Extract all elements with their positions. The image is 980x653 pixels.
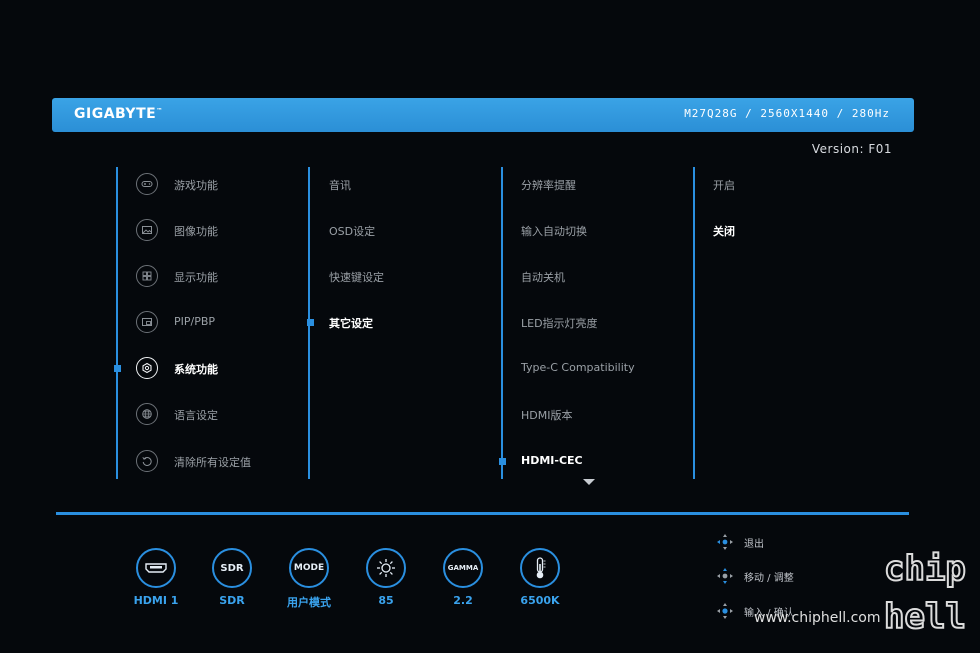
status-brightness-value: 85 (378, 594, 394, 607)
system-gear-icon (136, 357, 158, 379)
option-led-brightness[interactable]: LED指示灯亮度 (521, 315, 598, 331)
option-hdmi-cec[interactable]: HDMI-CEC (521, 454, 583, 467)
joystick-press-icon (717, 603, 733, 619)
menu-item-label: 显示功能 (174, 271, 218, 284)
hint-exit-label: 退出 (744, 539, 764, 550)
column4-line (693, 167, 695, 479)
chiphell-logo-icon: chip hell (883, 548, 966, 636)
scroll-down-icon[interactable] (583, 479, 595, 485)
brand-logo: GIGABYTE™ (74, 106, 163, 122)
status-sdr-label: SDR (219, 594, 245, 607)
status-gamma-value: 2.2 (453, 594, 473, 607)
submenu-item-audio[interactable]: 音讯 (329, 177, 351, 193)
menu-item-label: 系统功能 (174, 363, 218, 376)
globe-icon (136, 403, 158, 425)
gamma-icon: GAMMA (443, 548, 483, 588)
option-resolution-notice[interactable]: 分辨率提醒 (521, 177, 576, 193)
option-auto-power-off[interactable]: 自动关机 (521, 269, 565, 285)
thermometer-icon (520, 548, 560, 588)
menu-item-label: 游戏功能 (174, 179, 218, 192)
hdmi-icon (136, 548, 176, 588)
model-resolution-text: M27Q28G / 2560X1440 / 280Hz (684, 107, 890, 120)
brightness-icon (366, 548, 406, 588)
column3-line (501, 167, 503, 479)
watermark-url: www.chiphell.com (754, 610, 881, 626)
menu-item-reset-all[interactable]: 清除所有设定值 (136, 450, 306, 474)
status-mode-label: 用户模式 (287, 596, 331, 609)
column3-selection-marker (499, 458, 506, 465)
menu-item-gaming[interactable]: 游戏功能 (136, 173, 306, 197)
firmware-version: Version: F01 (811, 142, 892, 156)
column2-selection-marker (307, 319, 314, 326)
menu-item-language[interactable]: 语言设定 (136, 403, 306, 427)
status-color-temp-value: 6500K (520, 594, 560, 607)
osd-header-bar: GIGABYTE™ M27Q28G / 2560X1440 / 280Hz (52, 98, 914, 132)
value-off[interactable]: 关闭 (713, 223, 735, 239)
submenu-item-osd-settings[interactable]: OSD设定 (329, 223, 375, 239)
option-hdmi-version[interactable]: HDMI版本 (521, 407, 572, 423)
reset-icon (136, 450, 158, 472)
submenu-item-quick-switch[interactable]: 快速键设定 (329, 269, 384, 285)
option-input-auto-switch[interactable]: 输入自动切换 (521, 223, 587, 239)
sdr-icon: SDR (212, 548, 252, 588)
joystick-updown-icon (717, 568, 733, 584)
gamepad-icon (136, 173, 158, 195)
hint-move-adjust-label: 移动 / 调整 (744, 573, 794, 584)
menu-item-label: 图像功能 (174, 225, 218, 238)
menu-item-picture[interactable]: 图像功能 (136, 219, 306, 243)
menu-item-display[interactable]: 显示功能 (136, 265, 306, 289)
menu-item-label: PIP/PBP (174, 315, 216, 328)
picture-icon (136, 219, 158, 241)
joystick-left-icon (717, 534, 733, 550)
menu-item-pip-pbp[interactable]: PIP/PBP (136, 311, 306, 335)
menu-item-system[interactable]: 系统功能 (136, 357, 306, 381)
value-on[interactable]: 开启 (713, 177, 735, 193)
svg-text:hell: hell (884, 597, 966, 636)
grid-icon (136, 265, 158, 287)
menu-item-label: 清除所有设定值 (174, 456, 251, 469)
submenu-item-other-settings[interactable]: 其它设定 (329, 315, 373, 331)
column1-selection-marker (114, 365, 121, 372)
menu-item-label: 语言设定 (174, 409, 218, 422)
option-typec-compatibility[interactable]: Type-C Compatibility (521, 361, 635, 374)
mode-icon: MODE (289, 548, 329, 588)
status-divider (56, 512, 909, 515)
svg-text:chip: chip (884, 549, 966, 589)
status-input-label: HDMI 1 (133, 594, 179, 607)
column1-line (116, 167, 118, 479)
pip-icon (136, 311, 158, 333)
